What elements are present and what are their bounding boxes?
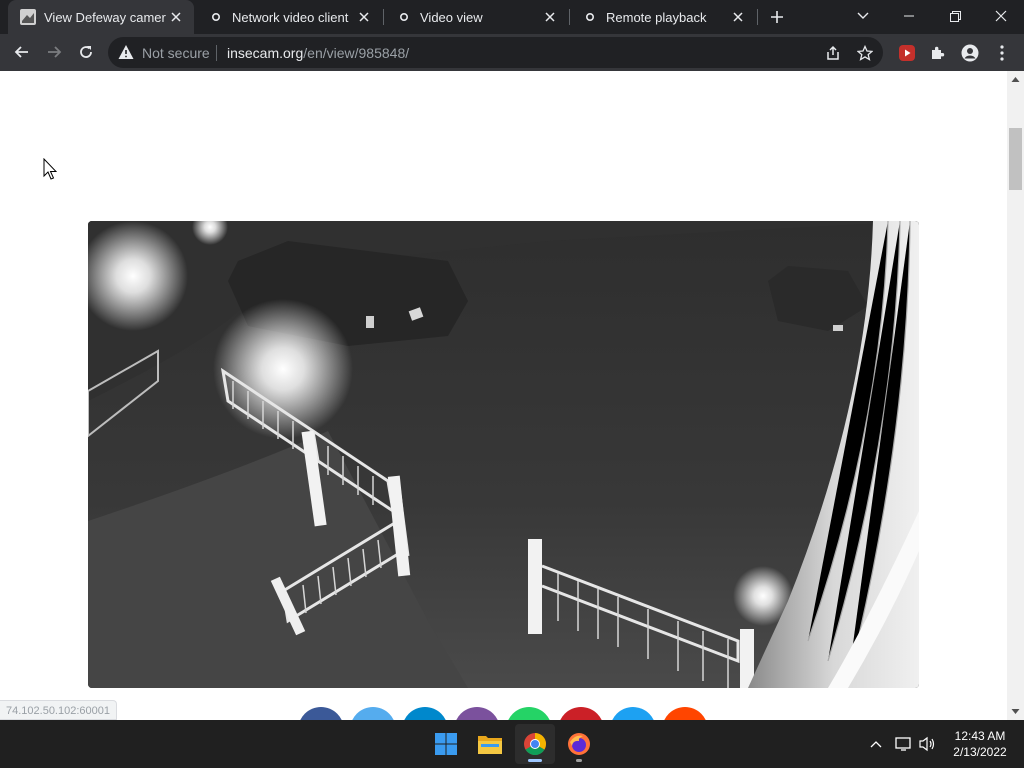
globe-icon bbox=[582, 9, 598, 25]
reload-icon bbox=[80, 46, 92, 58]
whatsapp-share-button[interactable] bbox=[506, 707, 552, 720]
volume-button[interactable] bbox=[918, 734, 938, 754]
globe-icon bbox=[396, 9, 412, 25]
tab-title: Remote playback bbox=[606, 9, 707, 25]
close-tab-icon[interactable] bbox=[540, 7, 560, 27]
close-window-button[interactable] bbox=[978, 0, 1024, 32]
url-host: insecam.org bbox=[227, 45, 304, 61]
extensions-puzzle-icon[interactable] bbox=[927, 42, 949, 64]
network-monitor-icon bbox=[895, 737, 911, 751]
chrome-icon bbox=[524, 733, 546, 755]
page-scrollbar[interactable] bbox=[1007, 71, 1024, 720]
scroll-down-arrow-icon bbox=[1011, 709, 1020, 714]
chevron-down-icon bbox=[857, 12, 869, 19]
firefox-icon bbox=[568, 733, 590, 755]
share-share-button[interactable] bbox=[610, 707, 656, 720]
windows-taskbar: 12:43 AM 2/13/2022 bbox=[0, 720, 1024, 768]
minimize-icon bbox=[904, 15, 914, 17]
folder-icon bbox=[478, 736, 502, 754]
arrow-left-icon bbox=[14, 46, 28, 58]
bookmark-star-icon[interactable] bbox=[855, 43, 875, 63]
reload-button[interactable] bbox=[71, 37, 101, 67]
taskbar-chrome[interactable] bbox=[515, 724, 555, 764]
share-page-icon[interactable] bbox=[823, 43, 843, 63]
close-tab-icon[interactable] bbox=[728, 7, 748, 27]
windows-logo-icon bbox=[435, 733, 457, 755]
browser-menu-icon[interactable] bbox=[991, 42, 1013, 64]
camera-feed-image bbox=[88, 221, 919, 688]
warning-icon[interactable] bbox=[118, 44, 134, 60]
plus-icon bbox=[771, 11, 783, 23]
close-icon bbox=[995, 10, 1007, 22]
web-page-content bbox=[0, 71, 1007, 720]
globe-icon bbox=[208, 9, 224, 25]
taskbar-file-explorer[interactable] bbox=[470, 724, 510, 764]
tab-title: Video view bbox=[420, 9, 483, 25]
mouse-cursor-icon bbox=[43, 158, 57, 180]
tab-remote-playback[interactable]: Remote playback bbox=[570, 0, 756, 34]
scrollbar-thumb[interactable] bbox=[1009, 128, 1022, 190]
tab-video-view[interactable]: Video view bbox=[384, 0, 568, 34]
tab-strip: View Defeway camera Network video client… bbox=[0, 0, 1024, 34]
network-status-button[interactable] bbox=[894, 734, 914, 754]
clock-date: 2/13/2022 bbox=[953, 745, 1007, 759]
tab-separator bbox=[757, 9, 758, 25]
tab-title: View Defeway camera bbox=[44, 9, 166, 25]
extension-youtube-icon[interactable] bbox=[896, 42, 918, 64]
forward-button[interactable] bbox=[39, 37, 69, 67]
close-tab-icon[interactable] bbox=[166, 7, 186, 27]
show-hidden-icons-button[interactable] bbox=[866, 734, 886, 754]
start-button[interactable] bbox=[426, 724, 466, 764]
link-status-bubble: 74.102.50.102:60001 bbox=[0, 700, 117, 720]
security-label[interactable]: Not secure bbox=[142, 45, 210, 61]
arrow-right-icon bbox=[48, 46, 62, 58]
new-tab-button[interactable] bbox=[765, 5, 789, 29]
taskbar-firefox[interactable] bbox=[559, 724, 599, 764]
tab-network-video-client[interactable]: Network video client bbox=[196, 0, 382, 34]
profile-avatar-icon[interactable] bbox=[959, 42, 981, 64]
url-text[interactable]: insecam.org/en/view/985848/ bbox=[227, 45, 409, 61]
url-path: /en/view/985848/ bbox=[303, 45, 410, 61]
viber-share-button[interactable] bbox=[454, 707, 500, 720]
running-app-indicator bbox=[576, 759, 582, 762]
tab-search-button[interactable] bbox=[840, 0, 886, 32]
tab-title: Network video client bbox=[232, 9, 349, 25]
camera-thumbnail-icon bbox=[20, 9, 36, 25]
taskbar-clock[interactable]: 12:43 AM 2/13/2022 bbox=[942, 728, 1018, 760]
facebook-share-button[interactable] bbox=[298, 707, 344, 720]
pinterest-share-button[interactable] bbox=[558, 707, 604, 720]
active-app-indicator bbox=[528, 759, 542, 762]
minimize-button[interactable] bbox=[886, 0, 932, 32]
clock-time: 12:43 AM bbox=[954, 729, 1006, 743]
speaker-icon bbox=[919, 736, 935, 752]
telegram-share-button[interactable] bbox=[402, 707, 448, 720]
night-camera-scene bbox=[88, 221, 919, 688]
browser-toolbar: Not secure insecam.org/en/view/985848/ bbox=[0, 34, 1024, 71]
chevron-up-icon bbox=[870, 741, 882, 748]
scroll-up-arrow-icon bbox=[1011, 77, 1020, 82]
address-bar[interactable]: Not secure insecam.org/en/view/985848/ bbox=[108, 37, 883, 68]
twitter-share-button[interactable] bbox=[350, 707, 396, 720]
reddit-share-button[interactable] bbox=[662, 707, 708, 720]
tab-view-defeway-camera[interactable]: View Defeway camera bbox=[8, 0, 194, 34]
back-button[interactable] bbox=[7, 37, 37, 67]
restore-icon bbox=[949, 10, 961, 22]
close-tab-icon[interactable] bbox=[354, 7, 374, 27]
restore-button[interactable] bbox=[932, 0, 978, 32]
omnibox-divider bbox=[216, 45, 217, 61]
